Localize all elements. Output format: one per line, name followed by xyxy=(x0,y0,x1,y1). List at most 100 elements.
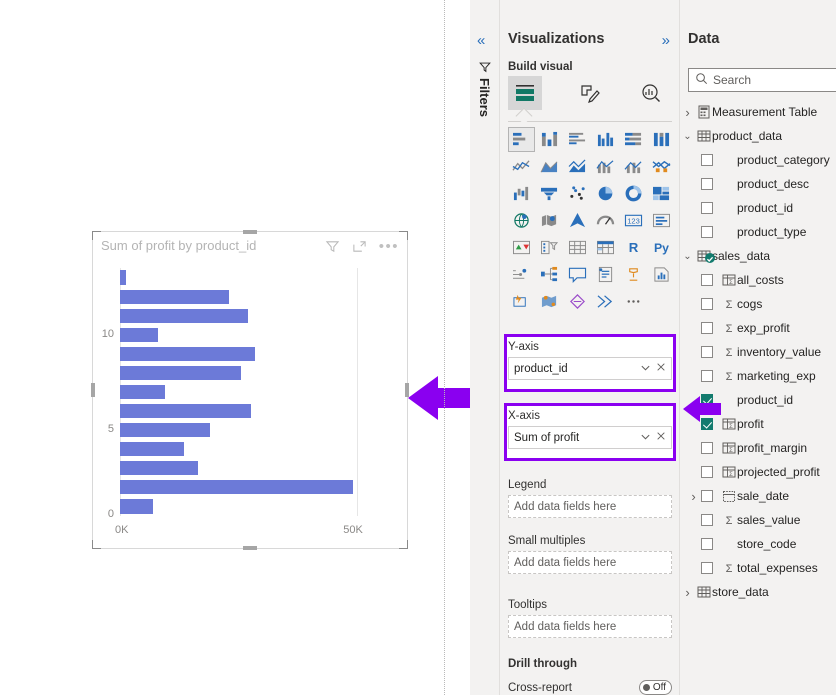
visual-type-decomposition-tree[interactable] xyxy=(536,262,563,287)
remove-field-icon[interactable] xyxy=(656,362,666,375)
field-checkbox[interactable] xyxy=(701,298,713,310)
visual-type-map[interactable] xyxy=(508,208,535,233)
field-node-exp_profit[interactable]: Σexp_profit xyxy=(680,316,836,340)
visual-type-hundred-percent-stacked-column-chart[interactable] xyxy=(648,127,675,152)
field-checkbox[interactable] xyxy=(701,202,713,214)
resize-corner-bottom-right[interactable] xyxy=(399,540,408,549)
visual-type-kpi[interactable] xyxy=(508,235,535,260)
build-visual-tab[interactable] xyxy=(508,76,542,110)
bar-chart-visual[interactable]: Sum of profit by product_id ••• 10 5 0 0K 50… xyxy=(91,230,409,550)
field-checkbox[interactable] xyxy=(701,562,713,574)
chart-bar[interactable] xyxy=(120,480,353,495)
chevron-down-icon[interactable] xyxy=(640,431,651,445)
visual-type-treemap[interactable] xyxy=(648,181,675,206)
expand-pane-icon[interactable]: » xyxy=(662,32,670,49)
visual-type-python-visual[interactable]: Py xyxy=(648,235,675,260)
field-node-cogs[interactable]: Σcogs xyxy=(680,292,836,316)
chart-bar[interactable] xyxy=(120,327,158,342)
visual-type-more-visuals[interactable] xyxy=(620,289,647,314)
field-checkbox[interactable] xyxy=(701,346,713,358)
visual-type-line-and-stacked-column-chart[interactable] xyxy=(592,154,619,179)
visual-type-donut-chart[interactable] xyxy=(620,181,647,206)
chevron-right-icon[interactable]: › xyxy=(686,489,701,504)
field-node-total_expenses[interactable]: Σtotal_expenses xyxy=(680,556,836,580)
field-checkbox[interactable] xyxy=(701,322,713,334)
chevron-down-icon[interactable]: ⌄ xyxy=(680,251,695,262)
visual-type-qna-visual[interactable] xyxy=(564,262,591,287)
chart-bar[interactable] xyxy=(120,442,185,457)
field-node-product_type[interactable]: product_type xyxy=(680,220,836,244)
field-node-inventory_value[interactable]: Σinventory_value xyxy=(680,340,836,364)
visual-type-visio-visual[interactable] xyxy=(564,289,591,314)
collapse-pane-icon[interactable]: « xyxy=(477,32,485,49)
visual-type-stacked-area-chart[interactable] xyxy=(564,154,591,179)
chart-bar[interactable] xyxy=(120,289,230,304)
visual-type-arcgis-maps[interactable] xyxy=(536,289,563,314)
field-node-product_desc[interactable]: product_desc xyxy=(680,172,836,196)
visual-type-hundred-percent-stacked-bar-chart[interactable] xyxy=(620,127,647,152)
field-checkbox[interactable] xyxy=(701,466,713,478)
visual-type-pie-chart[interactable] xyxy=(592,181,619,206)
more-options-icon[interactable]: ••• xyxy=(379,239,399,254)
visual-type-stacked-column-chart[interactable] xyxy=(536,127,563,152)
visual-type-waterfall-chart[interactable] xyxy=(508,181,535,206)
visual-type-funnel-chart[interactable] xyxy=(536,181,563,206)
analytics-tab[interactable] xyxy=(634,76,668,110)
visual-type-azure-map[interactable] xyxy=(564,208,591,233)
chart-bar[interactable] xyxy=(120,346,256,361)
chevron-right-icon[interactable]: › xyxy=(680,105,695,120)
table-node-store_data[interactable]: › store_data xyxy=(680,580,836,604)
visual-type-line-chart[interactable] xyxy=(508,154,535,179)
visual-type-multi-row-card[interactable] xyxy=(648,208,675,233)
chevron-right-icon[interactable]: › xyxy=(680,585,695,600)
chart-bar[interactable] xyxy=(120,423,211,438)
search-input[interactable]: Search xyxy=(688,68,836,92)
field-node-all_costs[interactable]: Σall_costs xyxy=(680,268,836,292)
visual-type-paginated-report[interactable] xyxy=(620,262,647,287)
chevron-down-icon[interactable]: ⌄ xyxy=(680,131,695,142)
field-tree[interactable]: › Measurement Table ⌄ product_data product_c… xyxy=(680,100,836,604)
resize-handle-left[interactable] xyxy=(91,383,95,397)
visual-type-card[interactable]: 123 xyxy=(620,208,647,233)
visual-type-matrix[interactable] xyxy=(592,235,619,260)
chart-bar[interactable] xyxy=(120,308,249,323)
chart-bar[interactable] xyxy=(120,365,241,380)
remove-field-icon[interactable] xyxy=(656,431,666,444)
visual-type-clustered-bar-chart[interactable] xyxy=(564,127,591,152)
visual-type-slicer[interactable] xyxy=(536,235,563,260)
field-node-product_category[interactable]: product_category xyxy=(680,148,836,172)
field-node-marketing_exp[interactable]: Σmarketing_exp xyxy=(680,364,836,388)
field-checkbox[interactable] xyxy=(701,154,713,166)
chevron-down-icon[interactable] xyxy=(640,362,651,376)
small-multiples-dropzone[interactable]: Add data fields here xyxy=(508,551,672,574)
visual-type-stacked-bar-chart[interactable] xyxy=(508,127,535,152)
visual-type-key-influencers[interactable] xyxy=(508,262,535,287)
visual-type-metrics-visual[interactable] xyxy=(648,262,675,287)
visual-type-area-chart[interactable] xyxy=(536,154,563,179)
field-checkbox[interactable] xyxy=(701,442,713,454)
field-node-product_id[interactable]: product_id xyxy=(680,196,836,220)
chart-bar[interactable] xyxy=(120,499,154,514)
chart-bar[interactable] xyxy=(120,384,166,400)
chart-bar[interactable] xyxy=(120,404,251,419)
resize-corner-top-right[interactable] xyxy=(399,231,408,240)
field-node-profit_margin[interactable]: Σprofit_margin xyxy=(680,436,836,460)
chart-bar[interactable] xyxy=(120,270,126,285)
field-checkbox[interactable] xyxy=(701,490,713,502)
field-checkbox[interactable] xyxy=(701,370,713,382)
field-checkbox[interactable] xyxy=(701,274,713,286)
field-node-projected_profit[interactable]: Σprojected_profit xyxy=(680,460,836,484)
field-checkbox[interactable] xyxy=(701,514,713,526)
filter-icon[interactable] xyxy=(325,239,340,254)
visual-type-gauge[interactable] xyxy=(592,208,619,233)
field-checkbox[interactable] xyxy=(701,178,713,190)
visual-type-line-and-clustered-column-chart[interactable] xyxy=(620,154,647,179)
visual-type-filled-map[interactable] xyxy=(536,208,563,233)
y-axis-field-chip[interactable]: product_id xyxy=(508,357,672,380)
resize-corner-top-left[interactable] xyxy=(92,231,101,240)
chart-bar[interactable] xyxy=(120,461,199,476)
visual-type-chiclet-slicer[interactable] xyxy=(592,289,619,314)
report-canvas[interactable]: Sum of profit by product_id ••• 10 5 0 0K 50… xyxy=(0,0,482,695)
visual-type-r-script-visual[interactable]: R xyxy=(620,235,647,260)
focus-mode-icon[interactable] xyxy=(352,239,367,254)
